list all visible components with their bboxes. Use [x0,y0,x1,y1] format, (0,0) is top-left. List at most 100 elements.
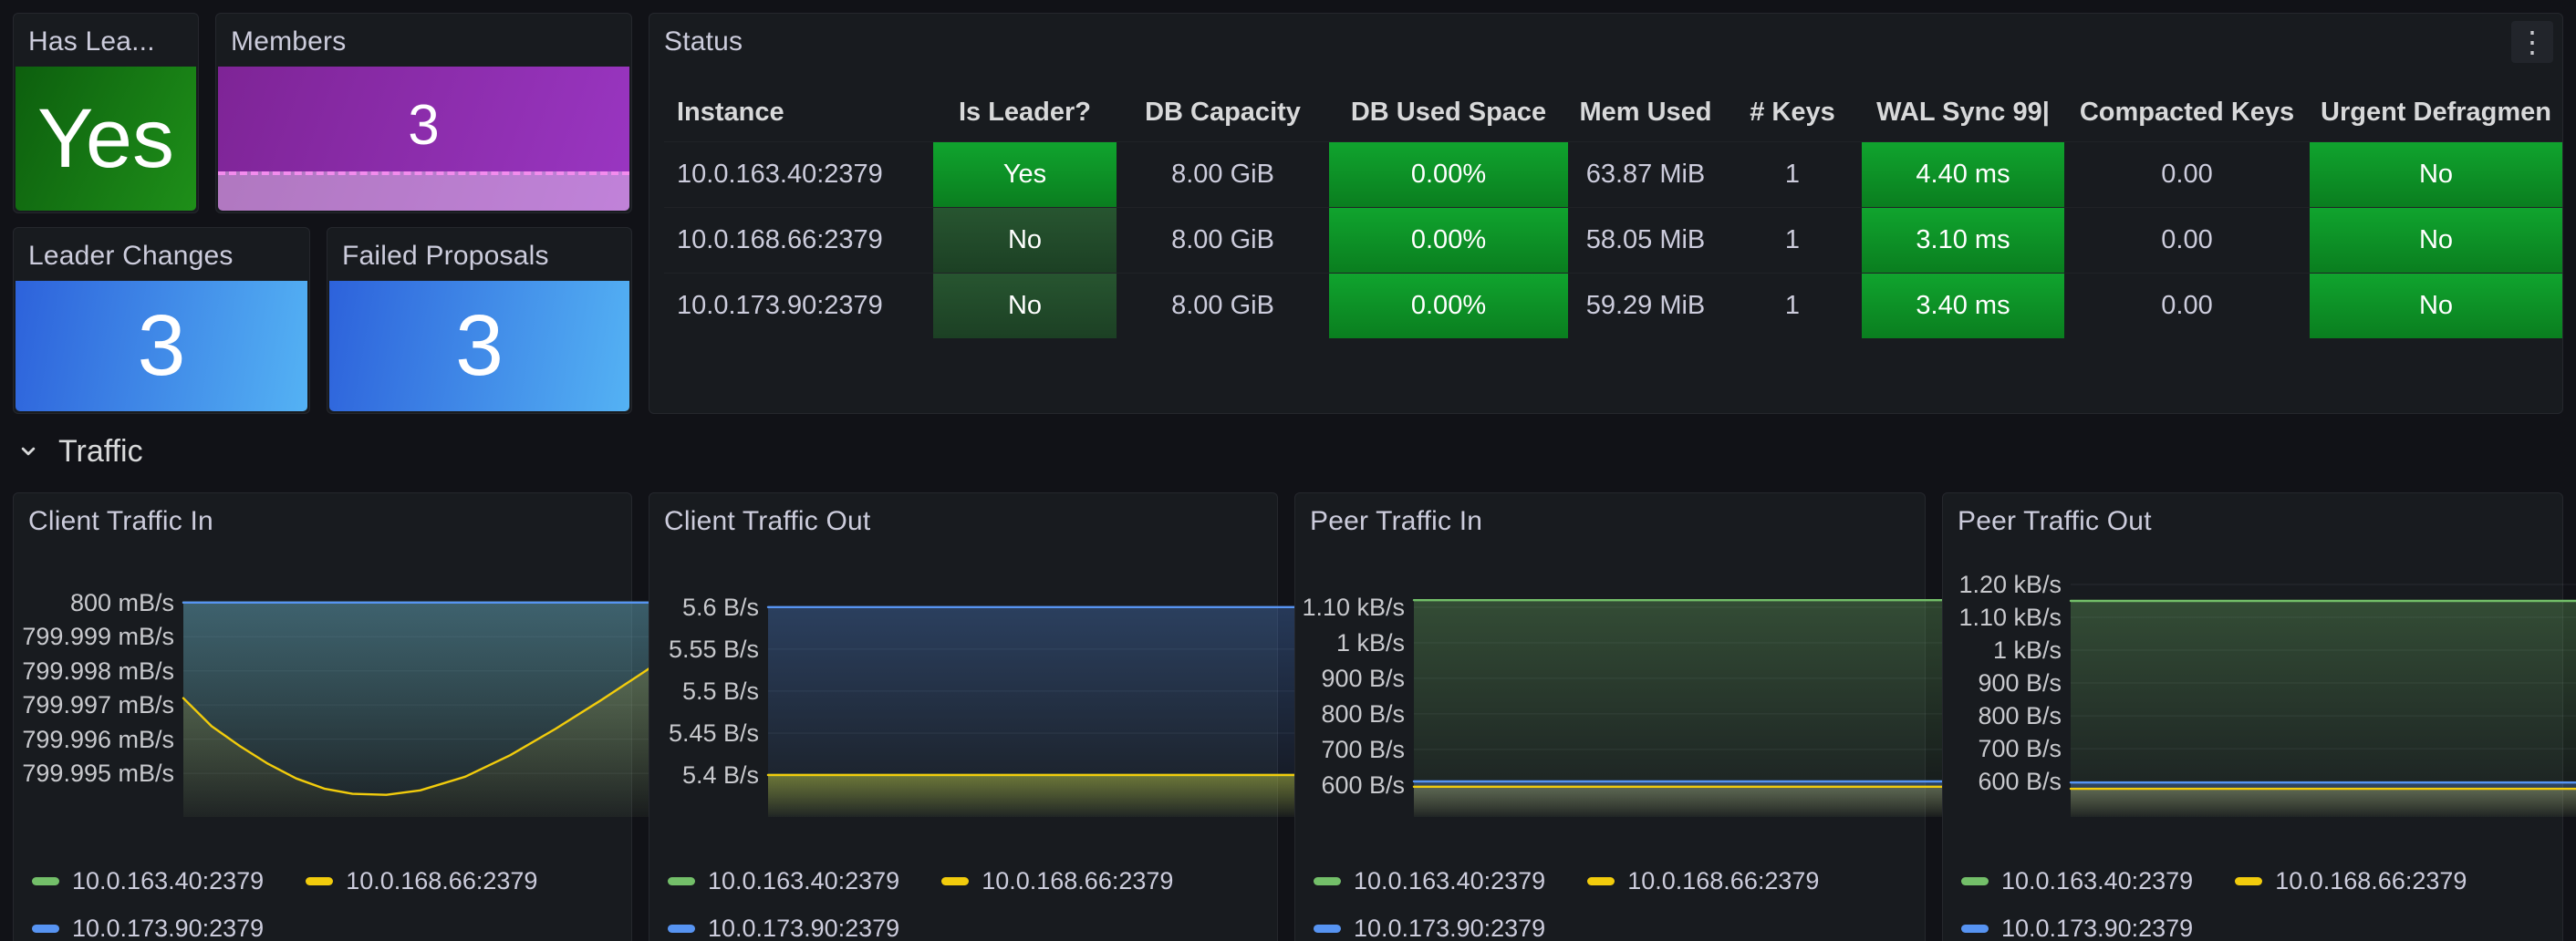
legend: 10.0.163.40:2379 10.0.168.66:2379 10.0.173… [1961,865,2553,941]
column-header-is-leader[interactable]: Is Leader? [933,83,1117,141]
stat-value: 3 [455,303,504,389]
legend-item[interactable]: 10.0.163.40:2379 [32,865,264,896]
cell-keys: 1 [1723,274,1862,338]
cell-compacted-keys: 0.00 [2064,142,2310,207]
cell-mem-used: 59.29 MiB [1568,274,1723,338]
table-row: 10.0.173.90:2379 No 8.00 GiB 0.00% 59.29… [664,273,2562,338]
panel-title[interactable]: Client Traffic In [28,506,213,537]
legend-swatch [2235,877,2262,885]
chart-canvas[interactable] [2071,584,2576,817]
y-tick-label: 1.10 kB/s [1302,594,1405,621]
chart-plot-area[interactable]: 800 mB/s 799.999 mB/s 799.998 mB/s 799.997 … [14,584,617,817]
panel-title[interactable]: Peer Traffic In [1310,506,1482,537]
panel-title[interactable]: Client Traffic Out [664,506,870,537]
stat-value: Yes [37,97,174,181]
y-tick-label: 799.996 mB/s [22,726,174,753]
dashboard: Has Lea... Yes Members 3 Leader Changes … [0,0,2576,941]
y-tick-label: 800 mB/s [70,589,174,616]
y-tick-label: 600 B/s [1321,771,1405,799]
legend-swatch [1314,925,1341,933]
panel-client-traffic-in: Client Traffic In 800 mB/s 799.999 mB/s 79… [13,492,632,941]
y-axis: 1.10 kB/s1 kB/s900 B/s800 B/s700 B/s600 … [1295,584,1405,817]
legend: 10.0.163.40:2379 10.0.168.66:2379 10.0.173… [32,865,622,941]
legend-swatch [668,925,695,933]
y-tick-label: 700 B/s [1321,736,1405,763]
stat-background: Yes [16,67,196,211]
legend-label: 10.0.168.66:2379 [2275,867,2467,895]
stat-background: 3 [16,281,307,411]
panel-title[interactable]: Peer Traffic Out [1958,506,2152,537]
cell-wal-sync: 4.40 ms [1862,142,2064,207]
cell-urgent-defragment: No [2310,208,2562,273]
panel-title[interactable]: Members [231,26,346,57]
cell-is-leader: No [933,208,1117,273]
legend-label: 10.0.173.90:2379 [708,915,899,941]
legend-swatch [941,877,969,885]
chevron-down-icon [13,436,44,467]
chart-plot-area[interactable]: 5.6 B/s5.55 B/s5.5 B/s5.45 B/s5.4 B/s [649,584,1262,817]
legend-label: 10.0.163.40:2379 [708,867,899,895]
y-tick-label: 5.4 B/s [682,761,759,789]
panel-menu-button[interactable]: ⋮ [2511,21,2553,63]
column-header-compacted-keys[interactable]: Compacted Keys [2064,83,2310,141]
y-tick-label: 800 B/s [1978,702,2062,729]
y-tick-label: 799.999 mB/s [22,623,174,650]
section-row-traffic[interactable]: Traffic [13,427,143,476]
legend-swatch [306,877,333,885]
legend-item[interactable]: 10.0.173.90:2379 [1961,913,2193,941]
cell-db-used-space: 0.00% [1329,274,1568,338]
panel-title[interactable]: Status [664,26,743,57]
column-header-mem-used[interactable]: Mem Used [1568,83,1723,141]
panel-title[interactable]: Has Lea... [28,26,155,57]
legend-item[interactable]: 10.0.163.40:2379 [668,865,899,896]
column-header-keys[interactable]: # Keys [1723,83,1862,141]
legend-item[interactable]: 10.0.173.90:2379 [668,913,899,941]
legend-item[interactable]: 10.0.168.66:2379 [941,865,1173,896]
legend-item[interactable]: 10.0.168.66:2379 [2235,865,2467,896]
legend-swatch [1314,877,1341,885]
y-tick-label: 800 B/s [1321,700,1405,728]
stat-background: 3 [218,67,629,211]
y-tick-label: 1 kB/s [1336,629,1405,657]
panel-title[interactable]: Leader Changes [28,241,234,272]
legend-swatch [32,925,59,933]
cell-db-used-space: 0.00% [1329,208,1568,273]
y-tick-label: 1.10 kB/s [1958,604,2062,631]
panel-client-traffic-out: Client Traffic Out 5.6 B/s5.55 B/s5.5 B/… [649,492,1278,941]
cell-mem-used: 63.87 MiB [1568,142,1723,207]
cell-compacted-keys: 0.00 [2064,208,2310,273]
legend-label: 10.0.173.90:2379 [1354,915,1545,941]
cell-instance: 10.0.168.66:2379 [664,208,933,273]
y-axis: 1.20 kB/s1.10 kB/s1 kB/s900 B/s800 B/s70… [1943,584,2062,817]
legend-item[interactable]: 10.0.163.40:2379 [1314,865,1545,896]
y-tick-label: 799.997 mB/s [22,691,174,719]
y-tick-label: 5.5 B/s [682,677,759,705]
y-tick-label: 5.45 B/s [669,719,759,747]
chart-plot-area[interactable]: 1.10 kB/s1 kB/s900 B/s800 B/s700 B/s600 … [1295,584,1910,817]
legend-item[interactable]: 10.0.168.66:2379 [1587,865,1819,896]
column-header-db-used-space[interactable]: DB Used Space [1329,83,1568,141]
y-axis: 800 mB/s 799.999 mB/s 799.998 mB/s 799.997 … [14,584,174,817]
cell-keys: 1 [1723,208,1862,273]
legend-item[interactable]: 10.0.168.66:2379 [306,865,537,896]
legend: 10.0.163.40:2379 10.0.168.66:2379 10.0.173… [668,865,1268,941]
column-header-db-capacity[interactable]: DB Capacity [1117,83,1329,141]
panel-leader-changes: Leader Changes 3 [13,227,310,414]
status-table: Instance Is Leader? DB Capacity DB Used … [664,83,2562,338]
y-tick-label: 1.20 kB/s [1958,571,2062,598]
cell-is-leader: Yes [933,142,1117,207]
legend-label: 10.0.173.90:2379 [2001,915,2193,941]
legend-item[interactable]: 10.0.163.40:2379 [1961,865,2193,896]
column-header-instance[interactable]: Instance [664,83,933,141]
legend-swatch [1961,925,1989,933]
panel-status: Status ⋮ Instance Is Leader? DB Capacity… [649,13,2563,414]
legend-item[interactable]: 10.0.173.90:2379 [1314,913,1545,941]
table-header-row: Instance Is Leader? DB Capacity DB Used … [664,83,2562,141]
panel-title[interactable]: Failed Proposals [342,241,549,272]
y-tick-label: 799.998 mB/s [22,657,174,685]
legend-item[interactable]: 10.0.173.90:2379 [32,913,264,941]
legend-label: 10.0.168.66:2379 [982,867,1173,895]
column-header-urgent-defragment[interactable]: Urgent Defragmen [2310,83,2562,141]
chart-plot-area[interactable]: 1.20 kB/s1.10 kB/s1 kB/s900 B/s800 B/s70… [1943,584,2548,817]
column-header-wal-sync[interactable]: WAL Sync 99| [1862,83,2064,141]
